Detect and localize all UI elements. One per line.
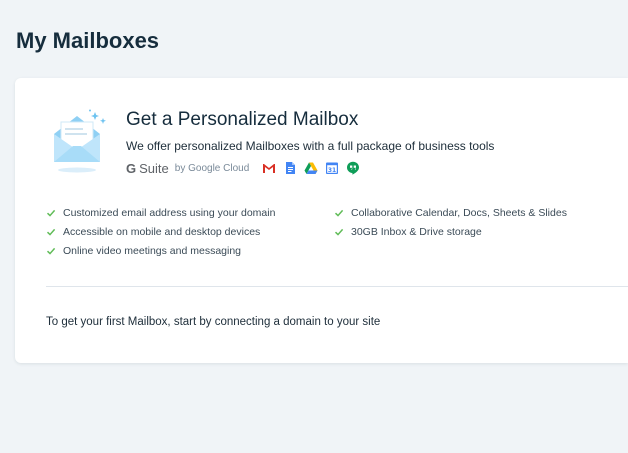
drive-icon bbox=[304, 162, 318, 174]
feature-item: 30GB Inbox & Drive storage bbox=[334, 222, 567, 241]
feature-item: Accessible on mobile and desktop devices bbox=[46, 222, 275, 241]
gsuite-by-google-cloud: by Google Cloud bbox=[174, 162, 250, 174]
hero-subtitle: We offer personalized Mailboxes with a f… bbox=[126, 139, 495, 153]
app-icons: 31 bbox=[262, 161, 360, 175]
docs-icon bbox=[286, 162, 296, 174]
gsuite-logo-suite: Suite bbox=[139, 160, 169, 176]
feature-item: Customized email address using your doma… bbox=[46, 203, 275, 222]
check-icon bbox=[46, 228, 56, 236]
mailbox-card: Get a Personalized Mailbox We offer pers… bbox=[15, 78, 628, 363]
feature-text: Collaborative Calendar, Docs, Sheets & S… bbox=[351, 206, 567, 219]
feature-text: Accessible on mobile and desktop devices bbox=[63, 225, 261, 238]
divider bbox=[46, 286, 628, 287]
gsuite-logo-g: G bbox=[126, 160, 137, 176]
check-icon bbox=[334, 228, 344, 236]
check-icon bbox=[334, 209, 344, 217]
hero-title: Get a Personalized Mailbox bbox=[126, 109, 359, 130]
hangouts-icon bbox=[347, 161, 360, 175]
feature-item: Collaborative Calendar, Docs, Sheets & S… bbox=[334, 203, 567, 222]
feature-column-right: Collaborative Calendar, Docs, Sheets & S… bbox=[334, 203, 567, 241]
connect-domain-hint: To get your first Mailbox, start by conn… bbox=[46, 316, 381, 328]
feature-text: Customized email address using your doma… bbox=[63, 206, 276, 219]
gsuite-brand-row: G Suite by Google Cloud 31 bbox=[126, 159, 360, 177]
feature-item: Online video meetings and messaging bbox=[46, 241, 275, 260]
feature-column-left: Customized email address using your doma… bbox=[46, 203, 275, 260]
check-icon bbox=[46, 209, 56, 217]
check-icon bbox=[46, 247, 56, 255]
calendar-icon-day: 31 bbox=[328, 167, 336, 174]
feature-text: 30GB Inbox & Drive storage bbox=[351, 225, 482, 238]
envelope-illustration-icon bbox=[54, 109, 106, 173]
gmail-icon bbox=[263, 164, 276, 173]
page-title: My Mailboxes bbox=[16, 28, 160, 53]
calendar-icon: 31 bbox=[326, 162, 339, 174]
feature-text: Online video meetings and messaging bbox=[63, 244, 242, 257]
